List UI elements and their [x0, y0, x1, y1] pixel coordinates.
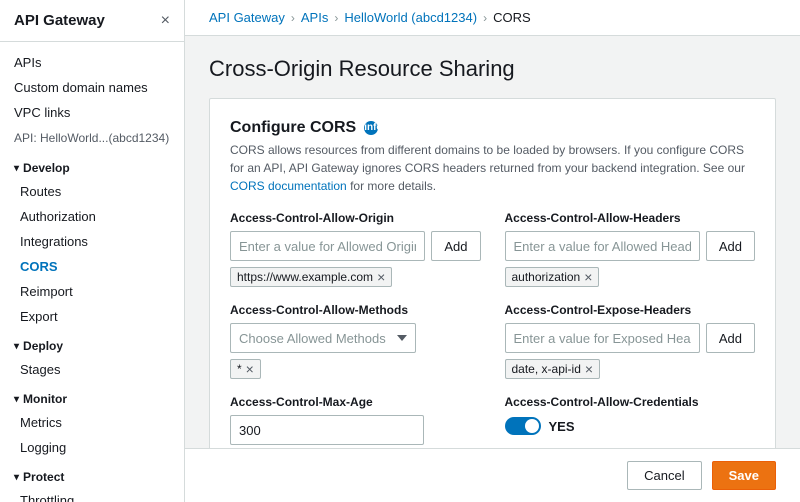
allow-origin-group: Access-Control-Allow-Origin Add https://…	[230, 211, 481, 287]
sidebar-section-develop[interactable]: ▾ Develop	[0, 151, 184, 179]
cors-card: Configure CORS info CORS allows resource…	[209, 98, 776, 448]
allow-headers-tag-remove-0[interactable]: ×	[584, 270, 592, 284]
sidebar-title: API Gateway	[14, 12, 105, 29]
allow-methods-tags: * ×	[230, 359, 481, 379]
allow-methods-tag-0: * ×	[230, 359, 261, 379]
sidebar-close-button[interactable]: ×	[161, 13, 170, 29]
card-description: CORS allows resources from different dom…	[230, 141, 755, 195]
sidebar-item-cors[interactable]: CORS	[0, 254, 184, 279]
monitor-arrow-icon: ▾	[14, 394, 19, 405]
breadcrumb-hello-world[interactable]: HelloWorld (abcd1234)	[344, 10, 477, 25]
allow-methods-input-row: Choose Allowed Methods GET POST PUT DELE…	[230, 323, 481, 353]
allow-methods-tag-remove-0[interactable]: ×	[246, 362, 254, 376]
sidebar-api-label: API: HelloWorld...(abcd1234)	[0, 125, 184, 151]
allow-methods-group: Access-Control-Allow-Methods Choose Allo…	[230, 303, 481, 379]
cors-doc-link[interactable]: CORS documentation	[230, 179, 347, 193]
content-area: Cross-Origin Resource Sharing Configure …	[185, 36, 800, 448]
allow-headers-add-button[interactable]: Add	[706, 231, 755, 261]
protect-arrow-icon: ▾	[14, 472, 19, 483]
allow-methods-tag-label: *	[237, 362, 242, 376]
expose-headers-tags: date, x-api-id ×	[505, 359, 756, 379]
develop-arrow-icon: ▾	[14, 163, 19, 174]
breadcrumb-sep-2: ›	[334, 11, 338, 25]
allow-headers-input[interactable]	[505, 231, 700, 261]
expose-headers-add-button[interactable]: Add	[706, 323, 755, 353]
breadcrumb-apis[interactable]: APIs	[301, 10, 328, 25]
desc-after: for more details.	[347, 179, 436, 193]
allow-origin-input-row: Add	[230, 231, 481, 261]
allow-headers-input-row: Add	[505, 231, 756, 261]
max-age-label: Access-Control-Max-Age	[230, 395, 481, 409]
expose-headers-input[interactable]	[505, 323, 700, 353]
allow-origin-tag-0: https://www.example.com ×	[230, 267, 392, 287]
sidebar-item-stages[interactable]: Stages	[0, 357, 184, 382]
sidebar-section-monitor[interactable]: ▾ Monitor	[0, 382, 184, 410]
breadcrumb-sep-1: ›	[291, 11, 295, 25]
allow-credentials-toggle-row: YES	[505, 417, 756, 435]
cors-form: Access-Control-Allow-Origin Add https://…	[230, 211, 755, 448]
info-badge[interactable]: info	[364, 121, 378, 135]
allow-origin-tag-label: https://www.example.com	[237, 270, 373, 284]
allow-headers-group: Access-Control-Allow-Headers Add authori…	[505, 211, 756, 287]
sidebar-item-metrics[interactable]: Metrics	[0, 410, 184, 435]
save-button[interactable]: Save	[712, 461, 776, 490]
sidebar-section-protect[interactable]: ▾ Protect	[0, 460, 184, 488]
page-title: Cross-Origin Resource Sharing	[209, 56, 776, 82]
allow-headers-label: Access-Control-Allow-Headers	[505, 211, 756, 225]
expose-headers-group: Access-Control-Expose-Headers Add date, …	[505, 303, 756, 379]
sidebar-header: API Gateway ×	[0, 0, 184, 42]
sidebar-item-logging[interactable]: Logging	[0, 435, 184, 460]
expose-headers-label: Access-Control-Expose-Headers	[505, 303, 756, 317]
allow-credentials-group: Access-Control-Allow-Credentials YES	[505, 395, 756, 445]
allow-methods-select[interactable]: Choose Allowed Methods GET POST PUT DELE…	[230, 323, 416, 353]
sidebar-item-custom-domain[interactable]: Custom domain names	[0, 75, 184, 100]
expose-headers-tag-label: date, x-api-id	[512, 362, 581, 376]
card-title-text: Configure CORS	[230, 119, 356, 137]
allow-headers-tag-label: authorization	[512, 270, 581, 284]
sidebar-item-export[interactable]: Export	[0, 304, 184, 329]
breadcrumb: API Gateway › APIs › HelloWorld (abcd123…	[185, 0, 800, 36]
toggle-slider	[505, 417, 541, 435]
sidebar-section-deploy[interactable]: ▾ Deploy	[0, 329, 184, 357]
expose-headers-tag-remove-0[interactable]: ×	[585, 362, 593, 376]
allow-headers-tags: authorization ×	[505, 267, 756, 287]
sidebar-item-integrations[interactable]: Integrations	[0, 229, 184, 254]
develop-label: Develop	[23, 161, 70, 175]
sidebar-nav: APIs Custom domain names VPC links API: …	[0, 42, 184, 502]
allow-headers-tag-0: authorization ×	[505, 267, 600, 287]
allow-origin-input[interactable]	[230, 231, 425, 261]
allow-origin-tag-remove-0[interactable]: ×	[377, 270, 385, 284]
allow-credentials-label: Access-Control-Allow-Credentials	[505, 395, 756, 409]
deploy-label: Deploy	[23, 339, 63, 353]
sidebar-item-vpc-links[interactable]: VPC links	[0, 100, 184, 125]
allow-methods-select-wrapper: Choose Allowed Methods GET POST PUT DELE…	[230, 323, 481, 353]
desc-before: CORS allows resources from different dom…	[230, 143, 745, 175]
main-content: API Gateway › APIs › HelloWorld (abcd123…	[185, 0, 800, 502]
breadcrumb-api-gateway[interactable]: API Gateway	[209, 10, 285, 25]
monitor-label: Monitor	[23, 392, 67, 406]
expose-headers-tag-0: date, x-api-id ×	[505, 359, 601, 379]
sidebar-item-reimport[interactable]: Reimport	[0, 279, 184, 304]
deploy-arrow-icon: ▾	[14, 341, 19, 352]
sidebar-item-routes[interactable]: Routes	[0, 179, 184, 204]
cancel-button[interactable]: Cancel	[627, 461, 701, 490]
sidebar-item-apis[interactable]: APIs	[0, 50, 184, 75]
sidebar-item-authorization[interactable]: Authorization	[0, 204, 184, 229]
sidebar-item-throttling[interactable]: Throttling	[0, 488, 184, 502]
allow-methods-label: Access-Control-Allow-Methods	[230, 303, 481, 317]
allow-origin-add-button[interactable]: Add	[431, 231, 480, 261]
allow-origin-label: Access-Control-Allow-Origin	[230, 211, 481, 225]
footer: Cancel Save	[185, 448, 800, 502]
sidebar: API Gateway × APIs Custom domain names V…	[0, 0, 185, 502]
breadcrumb-current: CORS	[493, 10, 531, 25]
allow-credentials-toggle[interactable]	[505, 417, 541, 435]
max-age-input[interactable]	[230, 415, 424, 445]
protect-label: Protect	[23, 470, 64, 484]
card-title-row: Configure CORS info	[230, 119, 755, 137]
expose-headers-input-row: Add	[505, 323, 756, 353]
breadcrumb-sep-3: ›	[483, 11, 487, 25]
allow-credentials-toggle-label: YES	[549, 419, 575, 434]
max-age-group: Access-Control-Max-Age	[230, 395, 481, 445]
allow-origin-tags: https://www.example.com ×	[230, 267, 481, 287]
